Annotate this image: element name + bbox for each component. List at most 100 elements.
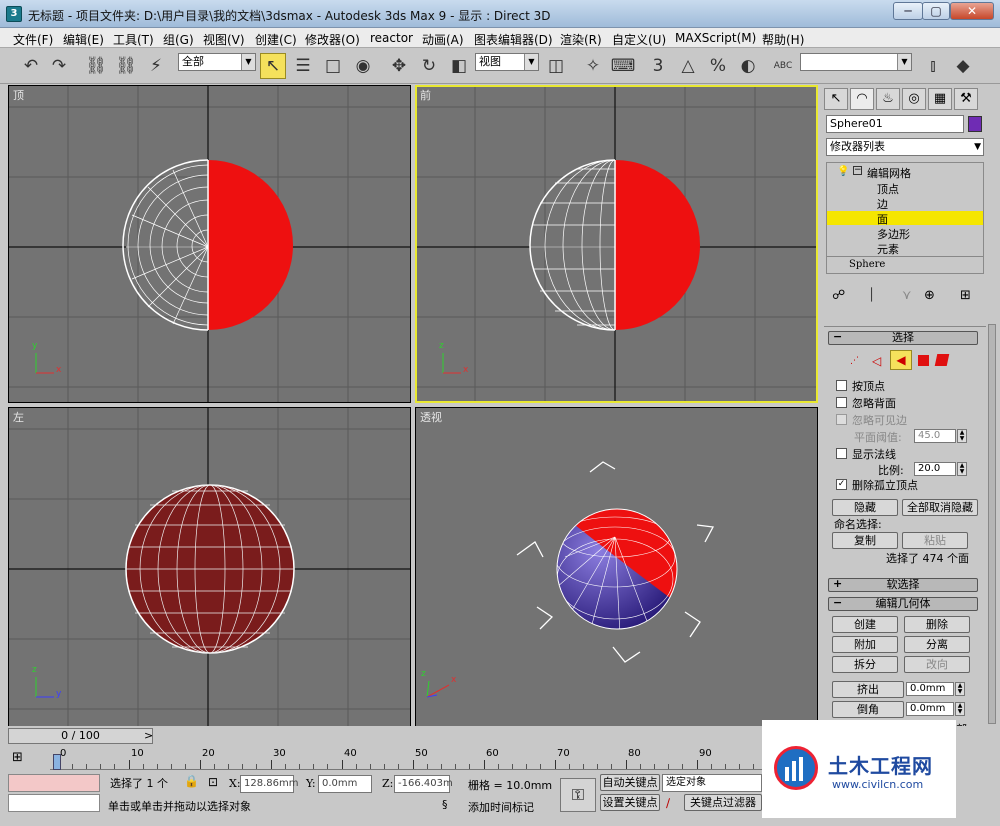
viewport-perspective[interactable]: 透视 z x <box>415 407 818 727</box>
bevel-spinner[interactable]: 0.0mm <box>906 702 954 716</box>
display-tab-icon[interactable]: ▦ <box>928 88 952 110</box>
stack-item-sphere[interactable]: Sphere <box>849 259 885 270</box>
menu-file[interactable]: 文件(F) <box>13 31 53 48</box>
close-button[interactable]: ✕ <box>950 2 994 20</box>
set-key-icon[interactable]: ⚿ <box>560 778 596 812</box>
next-frame-icon[interactable]: > <box>144 729 153 742</box>
menu-reactor[interactable]: reactor <box>370 31 413 45</box>
maximize-button[interactable]: ▢ <box>922 2 950 20</box>
window-crossing-icon[interactable]: ◉ <box>350 53 376 79</box>
stack-sub-element[interactable]: 元素 <box>877 241 899 257</box>
edit-named-selection-icon[interactable]: ABC <box>770 53 796 79</box>
time-cursor[interactable] <box>53 754 61 770</box>
menu-maxscript[interactable]: MAXScript(M) <box>675 31 756 45</box>
y-coord-field[interactable]: 0.0mm <box>318 775 372 793</box>
create-tab-icon[interactable]: ↖ <box>824 88 848 110</box>
stack-sub-face[interactable]: 面 <box>877 211 888 227</box>
menu-create[interactable]: 创建(C) <box>255 31 297 48</box>
show-end-result-icon[interactable]: ⏐ <box>868 288 875 303</box>
mirror-icon[interactable]: ⫾ <box>920 53 946 79</box>
configure-modifier-icon[interactable]: ⊞ <box>960 288 971 303</box>
menu-help[interactable]: 帮助(H) <box>762 31 804 48</box>
menu-animation[interactable]: 动画(A) <box>422 31 464 48</box>
object-color-swatch[interactable] <box>968 116 982 132</box>
paste-button[interactable]: 粘贴 <box>902 532 968 549</box>
auto-key-button[interactable]: 自动关键点 <box>600 774 660 791</box>
rollout-edit-geometry[interactable]: − 编辑几何体 <box>828 597 978 611</box>
menu-group[interactable]: 组(G) <box>163 31 194 48</box>
z-coord-field[interactable]: -166.403m <box>394 775 453 793</box>
manipulate-icon[interactable]: ✧ <box>580 53 606 79</box>
reference-coord-dropdown[interactable]: 视图 ▼ <box>475 53 539 71</box>
menu-rendering[interactable]: 渲染(R) <box>560 31 602 48</box>
angle-snap-icon[interactable]: △ <box>675 53 701 79</box>
hierarchy-tab-icon[interactable]: ♨ <box>876 88 900 110</box>
scale-spinner[interactable]: 20.0 <box>914 462 956 476</box>
pivot-center-icon[interactable]: ◫ <box>543 53 569 79</box>
pin-stack-icon[interactable]: ☍ <box>832 288 845 303</box>
menu-tools[interactable]: 工具(T) <box>113 31 154 48</box>
scale-icon[interactable]: ◧ <box>446 53 472 79</box>
time-tag-icon[interactable]: § <box>442 798 448 811</box>
rollout-selection[interactable]: − 选择 <box>828 331 978 345</box>
extrude-button[interactable]: 挤出 <box>832 681 904 698</box>
copy-button[interactable]: 复制 <box>832 532 898 549</box>
viewport-perspective-label[interactable]: 透视 <box>420 409 442 425</box>
maxscript-output-mini[interactable] <box>8 794 100 812</box>
spinner-snap-icon[interactable]: ◐ <box>735 53 761 79</box>
bevel-button[interactable]: 倒角 <box>832 701 904 718</box>
viewport-left-label[interactable]: 左 <box>13 409 24 425</box>
viewport-front[interactable]: 前 z x <box>415 85 818 403</box>
select-link-icon[interactable]: ⛓ <box>83 53 109 79</box>
minimize-button[interactable]: ─ <box>893 2 923 20</box>
unhide-all-button[interactable]: 全部取消隐藏 <box>902 499 978 516</box>
menu-modifiers[interactable]: 修改器(O) <box>305 31 360 48</box>
extrude-spinner[interactable]: 0.0mm <box>906 682 954 696</box>
polygon-mode-icon[interactable] <box>918 355 929 366</box>
rollout-soft-selection[interactable]: + 软选择 <box>828 578 978 592</box>
select-by-name-icon[interactable]: ☰ <box>290 53 316 79</box>
detach-button[interactable]: 分离 <box>904 636 970 653</box>
menu-customize[interactable]: 自定义(U) <box>612 31 666 48</box>
menu-edit[interactable]: 编辑(E) <box>63 31 104 48</box>
rotate-icon[interactable]: ↻ <box>416 53 442 79</box>
panel-scrollbar[interactable] <box>988 324 996 724</box>
spinner-arrows-icon[interactable]: ▲ ▼ <box>955 702 965 716</box>
rectangular-region-icon[interactable]: □ <box>320 53 346 79</box>
lock-selection-icon[interactable]: 🔒 <box>184 774 199 788</box>
absolute-mode-icon[interactable]: ⊡ <box>208 775 218 789</box>
selection-filter-dropdown[interactable]: 全部 ▼ <box>178 53 256 71</box>
modify-tab-icon[interactable]: ◠ <box>850 88 874 110</box>
remove-modifier-icon[interactable]: ⊕ <box>924 288 935 303</box>
add-time-tag-text[interactable]: 添加时间标记 <box>468 799 534 815</box>
keyboard-shortcut-icon[interactable]: ⌨ <box>610 53 636 79</box>
planar-threshold-spinner[interactable]: 45.0 <box>914 429 956 443</box>
face-mode-icon[interactable]: ◀ <box>890 350 912 370</box>
spinner-arrows-icon[interactable]: ▲ ▼ <box>957 462 967 476</box>
viewport-left[interactable]: 左 z y <box>8 407 411 727</box>
redo-icon[interactable]: ↷ <box>46 53 72 79</box>
select-object-icon[interactable]: ↖ <box>260 53 286 79</box>
make-unique-icon[interactable]: ⋎ <box>902 288 912 303</box>
spinner-arrows-icon[interactable]: ▲ ▼ <box>957 429 967 443</box>
x-coord-field[interactable]: 128.86mm <box>240 775 298 793</box>
snap-toggle-icon[interactable]: 3 <box>645 53 671 79</box>
undo-icon[interactable]: ↶ <box>18 53 44 79</box>
move-icon[interactable]: ✥ <box>386 53 412 79</box>
named-selection-dropdown[interactable]: ▼ <box>800 53 912 71</box>
modifier-list-dropdown[interactable]: 修改器列表 ▼ <box>826 138 984 156</box>
element-mode-icon[interactable] <box>934 354 950 366</box>
app-icon[interactable]: 3 <box>6 6 22 22</box>
key-filters-button[interactable]: 关键点过滤器 <box>684 794 762 811</box>
spinner-arrows-icon[interactable]: ▲ ▼ <box>955 682 965 696</box>
attach-button[interactable]: 附加 <box>832 636 898 653</box>
stack-sub-polygon[interactable]: 多边形 <box>877 226 910 242</box>
bind-space-warp-icon[interactable]: ⚡ <box>143 53 169 79</box>
selected-objects-dropdown[interactable]: 选定对象 <box>662 774 762 792</box>
track-bar[interactable]: 0 10 20 30 40 50 60 70 80 90 <box>50 748 820 770</box>
edge-mode-icon[interactable]: ◁ <box>872 354 881 368</box>
viewport-top-label[interactable]: 顶 <box>13 87 24 103</box>
unlink-icon[interactable]: ⛓ <box>113 53 139 79</box>
utilities-tab-icon[interactable]: ⚒ <box>954 88 978 110</box>
percent-snap-icon[interactable]: % <box>705 53 731 79</box>
